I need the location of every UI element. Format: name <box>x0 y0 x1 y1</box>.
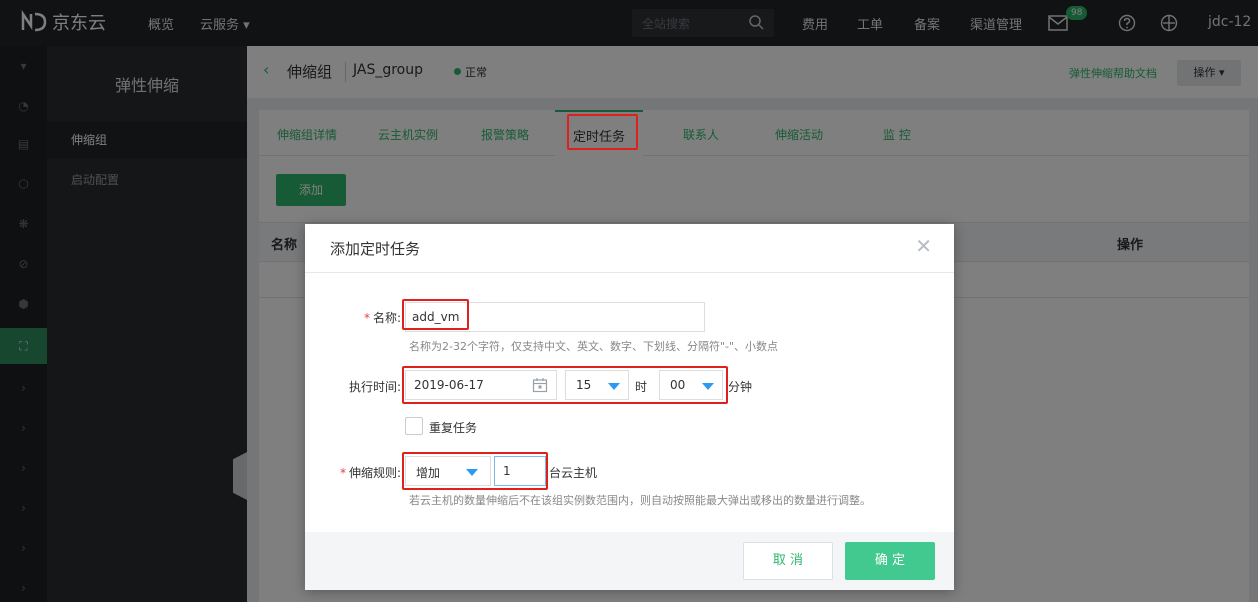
name-highlight-box <box>402 299 469 330</box>
cancel-button[interactable]: 取 消 <box>743 542 833 580</box>
scaling-rule-label: *伸缩规则: <box>315 464 401 481</box>
rule-hint: 若云主机的数量伸缩后不在该组实例数范围内，则自动按照能最大弹出或移出的数量进行调… <box>409 492 871 508</box>
rule-unit: 台云主机 <box>549 464 597 481</box>
time-highlight-box <box>402 366 728 404</box>
rule-highlight-box <box>402 452 548 490</box>
tab-highlight-box <box>567 114 638 150</box>
confirm-button[interactable]: 确 定 <box>845 542 935 580</box>
execution-time-label: 执行时间: <box>315 378 401 395</box>
repeat-task-label: 重复任务 <box>429 419 477 436</box>
dialog-divider <box>305 272 954 273</box>
minute-unit: 分钟 <box>728 378 752 395</box>
dialog-footer: 取 消 确 定 <box>305 532 954 590</box>
add-scheduled-task-dialog: 添加定时任务 ✕ *名称: add_vm 名称为2-32个字符，仅支持中文、英文… <box>305 224 954 590</box>
repeat-task-checkbox[interactable] <box>405 417 423 435</box>
name-hint: 名称为2-32个字符，仅支持中文、英文、数字、下划线、分隔符"-"、小数点 <box>409 338 778 354</box>
dialog-title: 添加定时任务 <box>330 238 420 259</box>
close-icon[interactable]: ✕ <box>915 234 932 258</box>
name-label: *名称: <box>345 309 401 326</box>
